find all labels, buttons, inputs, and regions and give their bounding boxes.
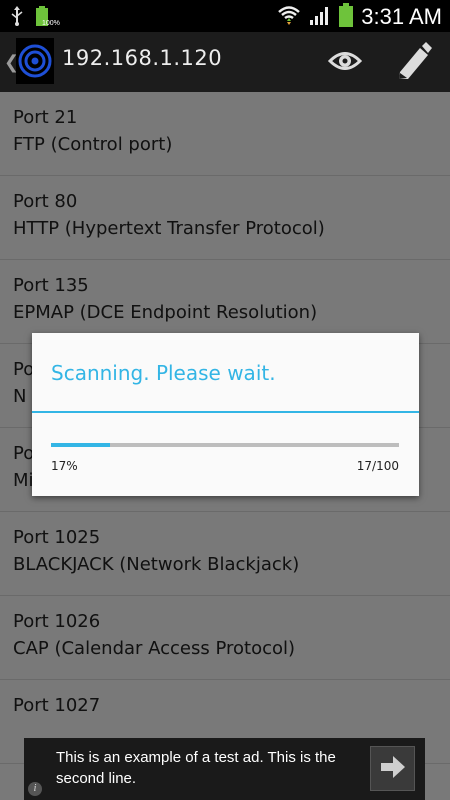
progress-percent: 17% [51, 459, 78, 473]
ad-arrow-button[interactable] [370, 746, 415, 791]
ad-text[interactable]: This is an example of a test ad. This is… [56, 747, 356, 789]
wifi-icon [277, 3, 301, 31]
signal-icon [309, 4, 331, 30]
ad-banner[interactable]: i This is an example of a test ad. This … [24, 738, 425, 800]
progress-bar [51, 443, 399, 447]
clock-time: 3:31 AM [361, 4, 442, 29]
app-logo-icon[interactable] [16, 38, 54, 84]
arrow-right-icon [380, 755, 405, 782]
progress-bar-fill [51, 443, 111, 447]
dialog-title: Scanning. Please wait. [51, 361, 276, 385]
page-title: 192.168.1.120 [62, 46, 223, 70]
eye-icon[interactable] [327, 46, 363, 80]
battery-percent-text: 100% [42, 20, 60, 27]
info-icon[interactable]: i [28, 782, 42, 796]
status-bar: 100% 3:31 AM [0, 0, 450, 32]
progress-dialog: Scanning. Please wait. 17% 17/100 [32, 333, 419, 496]
usb-icon [10, 6, 24, 30]
pencil-icon[interactable] [396, 42, 432, 84]
dialog-divider [32, 411, 419, 413]
battery-icon [339, 3, 354, 31]
progress-count: 17/100 [356, 459, 399, 473]
action-bar: ❮ 192.168.1.120 [0, 32, 450, 92]
